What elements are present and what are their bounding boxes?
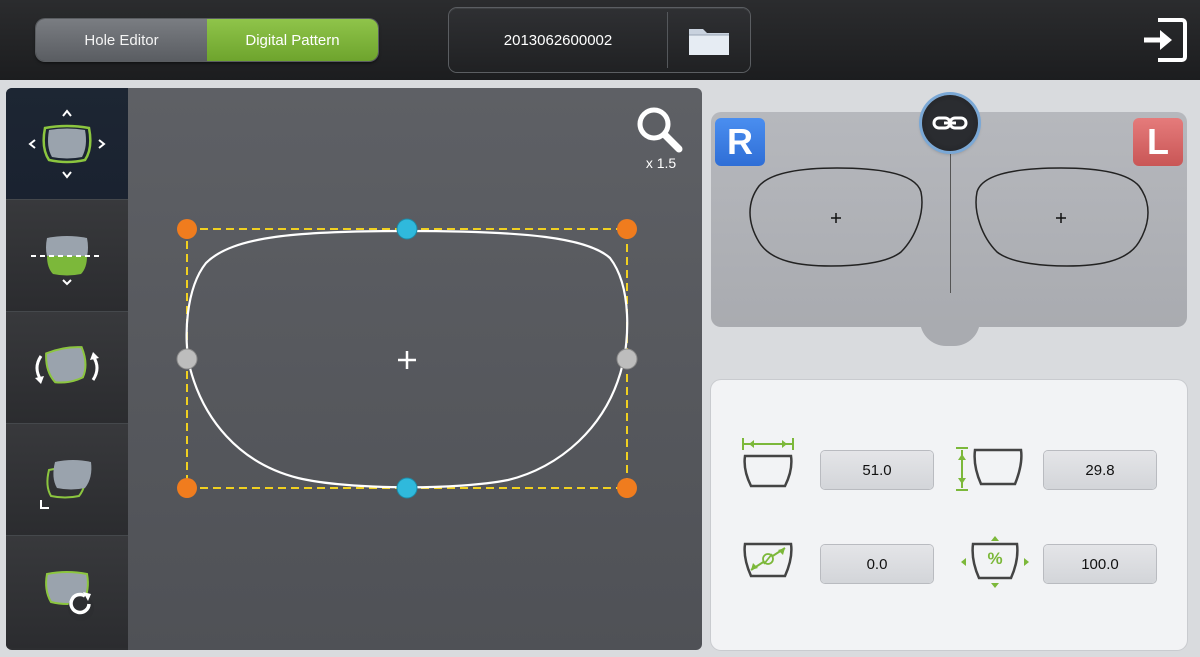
tool-column [6,88,128,650]
split-line-icon [31,235,103,285]
corner-skew-icon [40,459,92,509]
preview-divider [950,150,951,293]
lens-scale-percent-icon: % [957,534,1033,590]
exit-icon [1144,18,1187,62]
diameter-value-field[interactable]: 0.0 [821,545,933,583]
rotate-arrows-icon [35,345,99,384]
zoom-level: x 1.5 [645,155,677,171]
folder-icon [689,29,729,55]
rotate-shape-tool[interactable] [6,312,128,424]
scale-percent-symbol: % [987,549,1003,568]
measurement-panel: 51.0 29.8 0.0 % 100.0 [711,380,1187,650]
lens-height-icon [956,447,1023,491]
lens-shape-editor[interactable] [128,88,702,650]
exit-button[interactable] [1140,14,1190,66]
edge-handle-bottom[interactable] [396,477,418,499]
width-value-field[interactable]: 51.0 [821,451,933,489]
pattern-canvas[interactable] [128,88,702,650]
lens-diameter-icon [743,542,793,578]
zoom-button[interactable] [634,104,686,156]
job-id-field[interactable]: 2013062600002 [449,8,667,72]
tab-hole-editor[interactable]: Hole Editor [36,19,207,61]
preview-notch [920,320,980,346]
corner-handle-bottom-left[interactable] [177,478,197,498]
lens-width-icon [742,438,794,488]
magnifier-icon [637,107,683,153]
left-side-badge[interactable]: L [1133,118,1183,166]
link-lenses-button[interactable] [922,95,978,151]
center-cross [398,351,416,369]
move-arrows-icon [28,108,106,179]
height-value-field[interactable]: 29.8 [1044,451,1156,489]
chain-link-icon [932,116,968,130]
open-folder-button[interactable] [668,8,750,72]
refresh-icon [45,571,94,621]
skew-shape-tool[interactable] [6,424,128,536]
mode-toggle: Hole Editor Digital Pattern [36,19,378,61]
job-file-box: 2013062600002 [449,8,750,72]
move-shape-tool[interactable] [6,88,128,200]
top-bar: Hole Editor Digital Pattern 201306260000… [0,0,1200,80]
tab-digital-pattern[interactable]: Digital Pattern [207,19,378,61]
scale-value-field[interactable]: 100.0 [1044,545,1156,583]
right-side-badge[interactable]: R [715,118,765,166]
corner-handle-top-right[interactable] [617,219,637,239]
edge-handle-left[interactable] [176,348,198,370]
split-shape-tool[interactable] [6,200,128,312]
edge-handle-top[interactable] [396,218,418,240]
left-lens-preview [975,167,1149,267]
corner-handle-bottom-right[interactable] [617,478,637,498]
corner-handle-top-left[interactable] [177,219,197,239]
edge-handle-right[interactable] [616,348,638,370]
reset-shape-tool[interactable] [6,536,128,648]
